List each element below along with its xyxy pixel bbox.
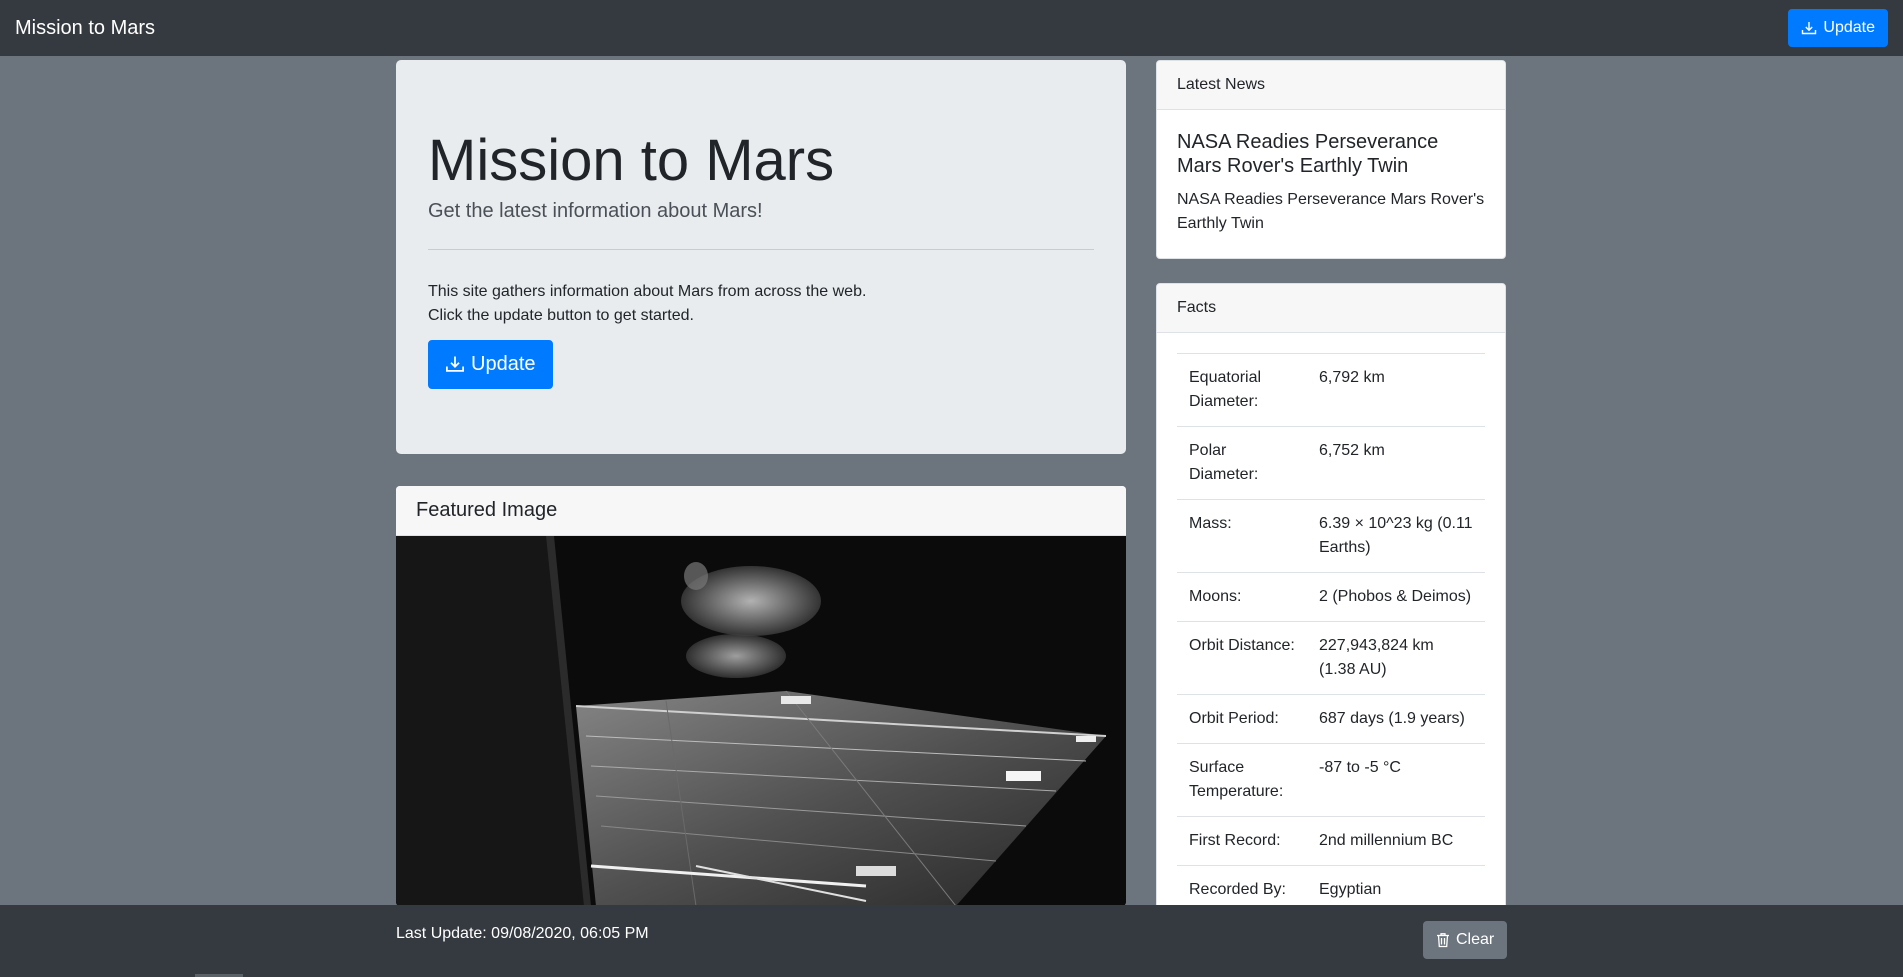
facts-header: Facts <box>1157 284 1505 333</box>
navbar-update-label: Update <box>1823 19 1875 36</box>
fact-value: 2nd millennium BC <box>1307 816 1485 866</box>
table-row: Equatorial Diameter: 6,792 km <box>1177 353 1485 427</box>
navbar-update-button[interactable]: Update <box>1788 9 1888 47</box>
fact-key: First Record: <box>1177 816 1307 866</box>
hero-update-button[interactable]: Update <box>428 339 553 389</box>
latest-news-card: Latest News NASA Readies Perseverance Ma… <box>1156 60 1506 259</box>
table-row: Polar Diameter: 6,752 km <box>1177 426 1485 500</box>
facts-card: Facts Equatorial Diameter: 6,792 km Polar… <box>1156 283 1506 923</box>
fact-value: 6,752 km <box>1307 426 1485 500</box>
table-row: Orbit Distance: 227,943,824 km (1.38 AU) <box>1177 621 1485 695</box>
fact-value: 687 days (1.9 years) <box>1307 694 1485 744</box>
download-icon <box>445 354 465 374</box>
fact-value: 227,943,824 km (1.38 AU) <box>1307 621 1485 695</box>
fact-key: Polar Diameter: <box>1177 426 1307 500</box>
clear-button[interactable]: Clear <box>1423 921 1508 959</box>
hero-update-label: Update <box>471 352 536 375</box>
fact-key: Mass: <box>1177 499 1307 573</box>
table-row: Surface Temperature: -87 to -5 °C <box>1177 743 1485 817</box>
page-subtitle: Get the latest information about Mars! <box>428 199 763 222</box>
page-title: Mission to Mars <box>428 128 835 193</box>
navbar-brand[interactable]: Mission to Mars <box>15 17 155 40</box>
fact-value: -87 to -5 °C <box>1307 743 1485 817</box>
featured-image-header: Featured Image <box>396 486 1126 536</box>
fact-key: Equatorial Diameter: <box>1177 353 1307 427</box>
table-row: First Record: 2nd millennium BC <box>1177 816 1485 866</box>
fact-key: Orbit Distance: <box>1177 621 1307 695</box>
fact-key: Surface Temperature: <box>1177 743 1307 817</box>
latest-news-body: NASA Readies Perseverance Mars Rover's E… <box>1157 110 1505 256</box>
intro-line-2: Click the update button to get started. <box>428 306 694 324</box>
fact-value: 6,792 km <box>1307 353 1485 427</box>
facts-table: Equatorial Diameter: 6,792 km Polar Diame… <box>1177 353 1485 915</box>
table-row: Moons: 2 (Phobos & Deimos) <box>1177 572 1485 622</box>
fact-value: 2 (Phobos & Deimos) <box>1307 572 1485 622</box>
top-navbar: Mission to Mars Update <box>0 0 1903 56</box>
fact-key: Orbit Period: <box>1177 694 1307 744</box>
clear-label: Clear <box>1456 931 1495 948</box>
download-icon <box>1801 20 1817 36</box>
fact-key: Moons: <box>1177 572 1307 622</box>
featured-image <box>396 536 1126 906</box>
intro-line-1: This site gathers information about Mars… <box>428 282 867 300</box>
hero-jumbotron: Mission to Mars Get the latest informati… <box>396 60 1126 454</box>
footer-bar: Last Update: 09/08/2020, 06:05 PM Clear <box>0 905 1903 977</box>
table-row: Mass: 6.39 × 10^23 kg (0.11 Earths) <box>1177 499 1485 573</box>
news-teaser: NASA Readies Perseverance Mars Rover's E… <box>1177 191 1485 232</box>
latest-news-header: Latest News <box>1157 61 1505 110</box>
featured-image-card: Featured Image <box>396 486 1126 906</box>
divider <box>428 248 1094 250</box>
last-update-text: Last Update: 09/08/2020, 06:05 PM <box>396 925 649 942</box>
table-row: Orbit Period: 687 days (1.9 years) <box>1177 694 1485 744</box>
fact-value: 6.39 × 10^23 kg (0.11 Earths) <box>1307 499 1485 573</box>
facts-body: Equatorial Diameter: 6,792 km Polar Diame… <box>1157 333 1505 922</box>
news-title[interactable]: NASA Readies Perseverance Mars Rover's E… <box>1177 130 1485 178</box>
trash-icon <box>1436 932 1450 948</box>
